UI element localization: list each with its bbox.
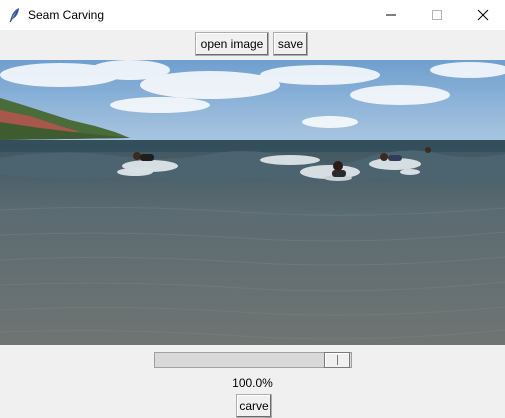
maximize-button[interactable] <box>414 0 460 30</box>
slider-grip <box>337 355 338 365</box>
surf-photo <box>0 60 505 345</box>
feather-icon <box>9 8 19 23</box>
close-button[interactable] <box>460 0 505 30</box>
open-image-button[interactable]: open image <box>195 32 269 56</box>
image-canvas <box>0 60 505 345</box>
window-title: Seam Carving <box>28 8 105 22</box>
minimize-icon <box>386 14 396 16</box>
close-icon <box>477 9 489 21</box>
carve-button[interactable]: carve <box>236 394 272 418</box>
save-button[interactable]: save <box>273 32 308 56</box>
toolbar: open image save <box>0 30 505 58</box>
minimize-button[interactable] <box>368 0 414 30</box>
slider-handle[interactable] <box>324 352 350 368</box>
slider-trough[interactable] <box>154 352 352 368</box>
maximize-icon <box>432 10 442 20</box>
scale-percent-label: 100.0% <box>232 376 273 390</box>
title-bar: Seam Carving <box>0 0 505 30</box>
scale-slider[interactable] <box>154 352 352 368</box>
